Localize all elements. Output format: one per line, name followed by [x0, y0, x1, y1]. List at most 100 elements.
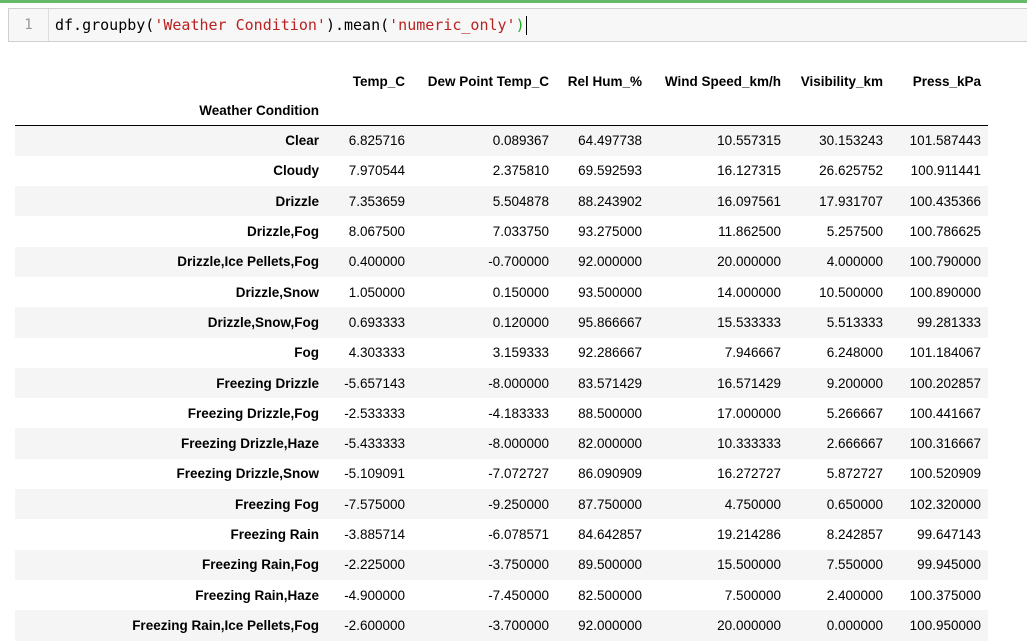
table-cell: 86.090909 — [578, 466, 642, 482]
table-cell: -2.225000 — [344, 557, 405, 573]
table-cell: 17.931707 — [819, 193, 883, 209]
table-cell: 99.281333 — [917, 314, 981, 330]
table-cell: 30.153243 — [819, 133, 883, 149]
table-cell: 7.970544 — [348, 163, 405, 179]
row-index-label: Drizzle,Snow — [235, 284, 319, 300]
table-row: Clear 6.825716 0.089367 64.497738 10.557315 3… — [15, 125, 988, 156]
table-cell: -7.450000 — [488, 587, 549, 603]
table-cell: 10.333333 — [717, 436, 781, 452]
table-cell: 3.159333 — [492, 345, 549, 361]
table-cell: 84.642857 — [578, 527, 642, 542]
code-prefix: df.groupby( — [55, 16, 155, 34]
code-line[interactable]: df.groupby('Weather Condition').mean('nu… — [49, 15, 527, 35]
table-cell: 8.067500 — [348, 224, 405, 240]
table-cell: -2.600000 — [344, 617, 405, 633]
table-cell: 95.866667 — [578, 314, 642, 330]
table-cell: 93.275000 — [578, 224, 642, 240]
table-cell: 2.666667 — [826, 436, 883, 452]
table-cell: 10.557315 — [717, 133, 781, 149]
table-cell: 4.303333 — [348, 345, 405, 361]
table-cell: 11.862500 — [718, 224, 781, 240]
row-index-label: Clear — [285, 133, 319, 149]
table-row: Freezing Rain,Haze -4.900000 -7.450000 82.5… — [15, 580, 988, 610]
table-cell: 93.500000 — [578, 284, 642, 300]
table-cell: -9.250000 — [488, 496, 549, 512]
table-row: Freezing Rain,Fog -2.225000 -3.750000 89.50… — [15, 549, 988, 580]
table-cell: 7.033750 — [492, 224, 549, 240]
table-cell: 19.214286 — [717, 527, 781, 542]
table-cell: 4.000000 — [826, 254, 883, 270]
table-cell: 16.272727 — [717, 466, 781, 482]
column-header: Rel Hum_% — [567, 73, 642, 89]
table-cell: 7.500000 — [724, 587, 781, 603]
column-header: Dew Point Temp_C — [427, 73, 549, 89]
table-row: Drizzle,Snow 1.050000 0.150000 93.500000 14.… — [15, 277, 988, 307]
table-cell: 87.750000 — [578, 496, 642, 512]
table-cell: 20.000000 — [717, 254, 781, 270]
table-row: Freezing Drizzle,Fog -2.533333 -4.183333 88… — [15, 398, 988, 428]
table-cell: 100.790000 — [909, 254, 981, 270]
row-index-label: Freezing Drizzle,Fog — [187, 405, 319, 421]
table-row: Freezing Drizzle -5.657143 -8.000000 83.571… — [15, 367, 988, 399]
table-cell: 7.550000 — [826, 557, 883, 573]
table-cell: 16.571429 — [717, 375, 781, 391]
dataframe-output-table: Temp_C Dew Point Temp_C Rel Hum_% Wind Spee… — [15, 66, 988, 641]
row-index-label: Freezing Rain,Ice Pellets,Fog — [132, 617, 319, 633]
table-cell: -7.575000 — [344, 496, 405, 512]
table-cell: 88.500000 — [578, 405, 642, 421]
table-cell: 1.050000 — [348, 284, 405, 300]
table-cell: -5.109091 — [344, 466, 405, 482]
table-row: Cloudy 7.970544 2.375810 69.592593 16.127315… — [15, 156, 988, 186]
table-row: Freezing Drizzle,Haze -5.433333 -8.000000 8… — [15, 428, 988, 459]
table-cell: 0.120000 — [492, 314, 549, 330]
code-cell-input[interactable]: 1 df.groupby('Weather Condition').mean('… — [8, 8, 1027, 42]
column-header: Press_kPa — [912, 73, 981, 89]
table-cell: 99.647143 — [917, 527, 981, 542]
table-cell: 16.097561 — [717, 193, 781, 209]
table-cell: 100.441667 — [909, 405, 981, 421]
table-cell: 14.000000 — [717, 284, 781, 300]
table-cell: 15.500000 — [717, 557, 781, 573]
table-row: Freezing Rain,Ice Pellets,Fog -2.600000 -3… — [15, 610, 988, 641]
table-row: Freezing Drizzle,Snow -5.109091 -7.072727 8… — [15, 459, 988, 489]
table-cell: -2.533333 — [344, 405, 405, 421]
table-row: Fog 4.303333 3.159333 92.286667 7.946667 6.24… — [15, 338, 988, 368]
table-cell: 9.200000 — [826, 375, 883, 391]
table-cell: -3.750000 — [488, 557, 549, 573]
table-cell: 100.375000 — [909, 587, 981, 603]
table-cell: 0.000000 — [826, 617, 883, 633]
table-cell: -3.885714 — [344, 527, 405, 542]
row-index-label: Drizzle,Ice Pellets,Fog — [177, 254, 319, 270]
row-index-label: Freezing Drizzle,Snow — [176, 466, 319, 482]
table-cell: 83.571429 — [578, 375, 642, 391]
table-cell: 100.786625 — [909, 224, 981, 240]
table-cell: -8.000000 — [488, 436, 549, 452]
table-cell: 5.257500 — [826, 224, 883, 240]
index-name: Weather Condition — [15, 96, 326, 126]
index-name-row: Weather Condition — [15, 96, 988, 126]
table-cell: -8.000000 — [488, 375, 549, 391]
column-header: Temp_C — [352, 73, 405, 89]
table-cell: 5.504878 — [492, 193, 549, 209]
code-mid: ).mean( — [325, 16, 390, 34]
table-cell: 0.150000 — [492, 284, 549, 300]
table-body: Clear 6.825716 0.089367 64.497738 10.557315 3… — [15, 125, 988, 641]
table-cell: 92.286667 — [578, 345, 642, 361]
table-cell: 6.825716 — [348, 133, 405, 149]
row-index-label: Drizzle,Fog — [246, 224, 319, 240]
table-cell: -0.700000 — [488, 254, 549, 270]
table-row: Drizzle,Fog 8.067500 7.033750 93.275000 11.8… — [15, 216, 988, 246]
table-cell: 2.375810 — [492, 163, 549, 179]
table-cell: 5.513333 — [826, 314, 883, 330]
table-cell: 92.000000 — [578, 617, 642, 633]
table-cell: 100.890000 — [909, 284, 981, 300]
table-cell: 17.000000 — [717, 405, 781, 421]
table-cell: 69.592593 — [578, 163, 642, 179]
table-cell: 82.000000 — [578, 436, 642, 452]
table-cell: 8.242857 — [826, 527, 883, 542]
table-cell: -4.183333 — [488, 405, 549, 421]
table-cell: 100.435366 — [909, 193, 981, 209]
row-index-label: Freezing Drizzle — [216, 375, 319, 391]
table-row: Drizzle,Snow,Fog 0.693333 0.120000 95.86666… — [15, 307, 988, 338]
table-cell: -7.072727 — [488, 466, 549, 482]
